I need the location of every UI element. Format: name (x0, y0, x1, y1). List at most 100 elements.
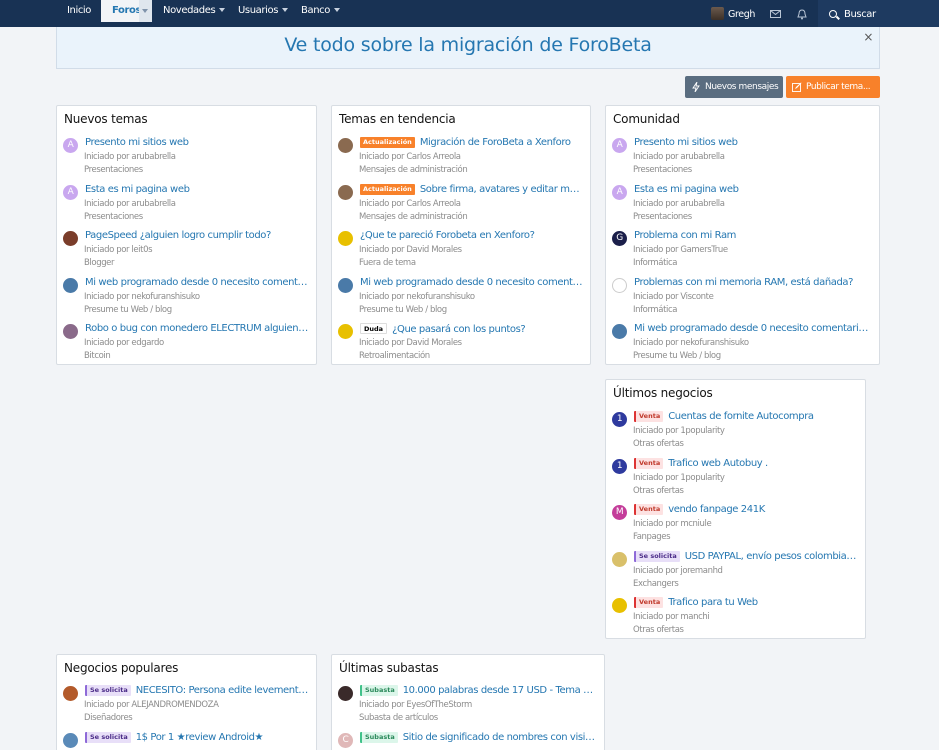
forum-link[interactable]: Informática (633, 305, 678, 315)
avatar[interactable] (338, 231, 353, 246)
forum-link[interactable]: Presentaciones (84, 212, 143, 222)
prefix-badge[interactable]: Se solicita (634, 550, 680, 562)
thread-title-link[interactable]: 1$ Por 1 ★review Android★ (136, 732, 264, 743)
new-messages-button[interactable]: Nuevos mensajes (685, 76, 783, 98)
thread-title-link[interactable]: Sitio de significado de nombres con visi… (403, 732, 598, 743)
forum-link[interactable]: Presentaciones (633, 212, 692, 222)
search-button[interactable]: Buscar (818, 0, 939, 27)
thread-title-link[interactable]: Problemas con mi memoria RAM, está dañad… (634, 277, 853, 288)
thread-starter[interactable]: Iniciado por joremanhd (633, 566, 723, 576)
forum-link[interactable]: Bitcoin (84, 351, 111, 361)
avatar[interactable] (63, 277, 78, 293)
nav-tab-inicio[interactable]: Inicio (58, 0, 100, 22)
avatar[interactable] (63, 732, 78, 748)
envelope-icon[interactable] (768, 7, 782, 21)
thread-title-link[interactable]: Problema con mi Ram (634, 230, 736, 241)
avatar[interactable] (338, 138, 353, 153)
thread-starter[interactable]: Iniciado por ALEJANDROMENDOZA (84, 700, 219, 710)
prefix-badge[interactable]: Actualización (360, 183, 415, 195)
nav-tab-banco[interactable]: Banco (301, 0, 340, 22)
forum-link[interactable]: Presentaciones (633, 165, 692, 175)
forum-link[interactable]: Otras ofertas (633, 486, 684, 496)
close-icon[interactable]: × (863, 30, 873, 44)
foros-dropdown-toggle[interactable] (139, 0, 152, 22)
prefix-badge[interactable]: Duda (360, 323, 388, 334)
prefix-badge[interactable]: Subasta (360, 731, 398, 743)
prefix-badge[interactable]: Actualización (360, 137, 415, 148)
thread-title-link[interactable]: Presento mi sitios web (85, 137, 189, 148)
forum-link[interactable]: Presume tu Web / blog (84, 305, 172, 315)
post-thread-button[interactable]: Publicar tema... (786, 76, 880, 98)
thread-title-link[interactable]: Presento mi sitios web (634, 137, 738, 148)
thread-title-link[interactable]: Mi web programado desde 0 necesito comen… (634, 323, 873, 334)
thread-title-link[interactable]: Migración de ForoBeta a Xenforo (420, 137, 571, 148)
notice-text[interactable]: Ve todo sobre la migración de ForoBeta (57, 34, 879, 56)
forum-link[interactable]: Mensajes de administración (359, 212, 468, 222)
thread-title-link[interactable]: PageSpeed ¿alguien logro cumplir todo? (85, 230, 271, 241)
avatar[interactable]: 1 (612, 458, 627, 474)
avatar[interactable]: C (338, 732, 353, 748)
thread-starter[interactable]: Iniciado por arubabrella (633, 152, 725, 162)
avatar[interactable] (63, 686, 78, 701)
forum-link[interactable]: Fanpages (633, 532, 671, 542)
forum-link[interactable]: Retroalimentación (359, 351, 430, 361)
thread-starter[interactable]: Iniciado por leit0s (84, 245, 153, 255)
nav-tab-novedades[interactable]: Novedades (163, 0, 226, 22)
avatar[interactable] (338, 184, 353, 200)
thread-starter[interactable]: Iniciado por 1popularity (633, 426, 725, 436)
thread-starter[interactable]: Iniciado por arubabrella (84, 199, 176, 209)
thread-title-link[interactable]: ¿Que te pareció Forobeta en Xenforo? (360, 230, 535, 241)
prefix-badge[interactable]: Venta (634, 411, 664, 422)
thread-starter[interactable]: Iniciado por Carlos Arreola (359, 152, 461, 162)
thread-starter[interactable]: Iniciado por Visconte (633, 292, 714, 302)
thread-title-link[interactable]: Mi web programado desde 0 necesito comen… (85, 277, 310, 288)
thread-title-link[interactable]: Esta es mi pagina web (634, 184, 739, 195)
thread-title-link[interactable]: ¿Que pasará con los puntos? (392, 324, 526, 335)
thread-title-link[interactable]: Robo o bug con monedero ELECTRUM alguien… (85, 323, 310, 334)
thread-starter[interactable]: Iniciado por 1popularity (633, 473, 725, 483)
thread-title-link[interactable]: Cuentas de fornite Autocompra (668, 411, 814, 422)
panel-title[interactable]: Negocios populares (64, 661, 178, 675)
panel-title[interactable]: Últimos negocios (613, 386, 713, 400)
avatar[interactable] (612, 324, 627, 339)
thread-title-link[interactable]: Mi web programado desde 0 necesito comen… (360, 277, 584, 288)
forum-link[interactable]: Otras ofertas (633, 439, 684, 449)
avatar[interactable]: A (63, 138, 78, 153)
thread-starter[interactable]: Iniciado por nekofuranshisuko (84, 292, 200, 302)
thread-starter[interactable]: Iniciado por GamersTrue (633, 245, 728, 255)
forum-link[interactable]: Fuera de tema (359, 258, 416, 268)
panel-title[interactable]: Temas en tendencia (339, 112, 456, 126)
forum-link[interactable]: Informática (633, 258, 678, 268)
prefix-badge[interactable]: Venta (634, 504, 664, 515)
avatar[interactable] (63, 324, 78, 339)
thread-starter[interactable]: Iniciado por David Morales (359, 245, 462, 255)
prefix-badge[interactable]: Subasta (360, 685, 398, 696)
forum-link[interactable]: Presume tu Web / blog (359, 305, 447, 315)
bell-icon[interactable] (795, 7, 809, 21)
avatar[interactable]: M (612, 505, 627, 520)
panel-title[interactable]: Comunidad (613, 112, 680, 126)
prefix-badge[interactable]: Se solicita (85, 685, 131, 696)
avatar[interactable]: 1 (612, 412, 627, 427)
avatar[interactable] (612, 551, 627, 567)
avatar[interactable]: A (612, 184, 627, 200)
thread-title-link[interactable]: Sobre firma, avatares y editar mensajes (420, 184, 584, 195)
forum-link[interactable]: Presentaciones (84, 165, 143, 175)
thread-title-link[interactable]: NECESITO: Persona edite levemente 1 vide… (136, 685, 310, 696)
forum-link[interactable]: Subasta de artículos (359, 713, 438, 723)
thread-starter[interactable]: Iniciado por nekofuranshisuko (633, 338, 749, 348)
thread-starter[interactable]: Iniciado por manchi (633, 612, 710, 622)
forum-link[interactable]: Exchangers (633, 579, 679, 589)
forum-link[interactable]: Presume tu Web / blog (633, 351, 721, 361)
thread-title-link[interactable]: 10.000 palabras desde 17 USD - Tema a el… (403, 685, 598, 696)
avatar[interactable] (338, 277, 353, 293)
avatar[interactable]: A (63, 184, 78, 200)
thread-title-link[interactable]: Esta es mi pagina web (85, 184, 190, 195)
avatar[interactable] (338, 324, 353, 339)
prefix-badge[interactable]: Venta (634, 597, 664, 608)
thread-starter[interactable]: Iniciado por David Morales (359, 338, 462, 348)
thread-starter[interactable]: Iniciado por Carlos Arreola (359, 199, 461, 209)
avatar[interactable] (338, 686, 353, 701)
thread-starter[interactable]: Iniciado por EyesOfTheStorm (359, 700, 472, 710)
prefix-badge[interactable]: Venta (634, 457, 664, 469)
